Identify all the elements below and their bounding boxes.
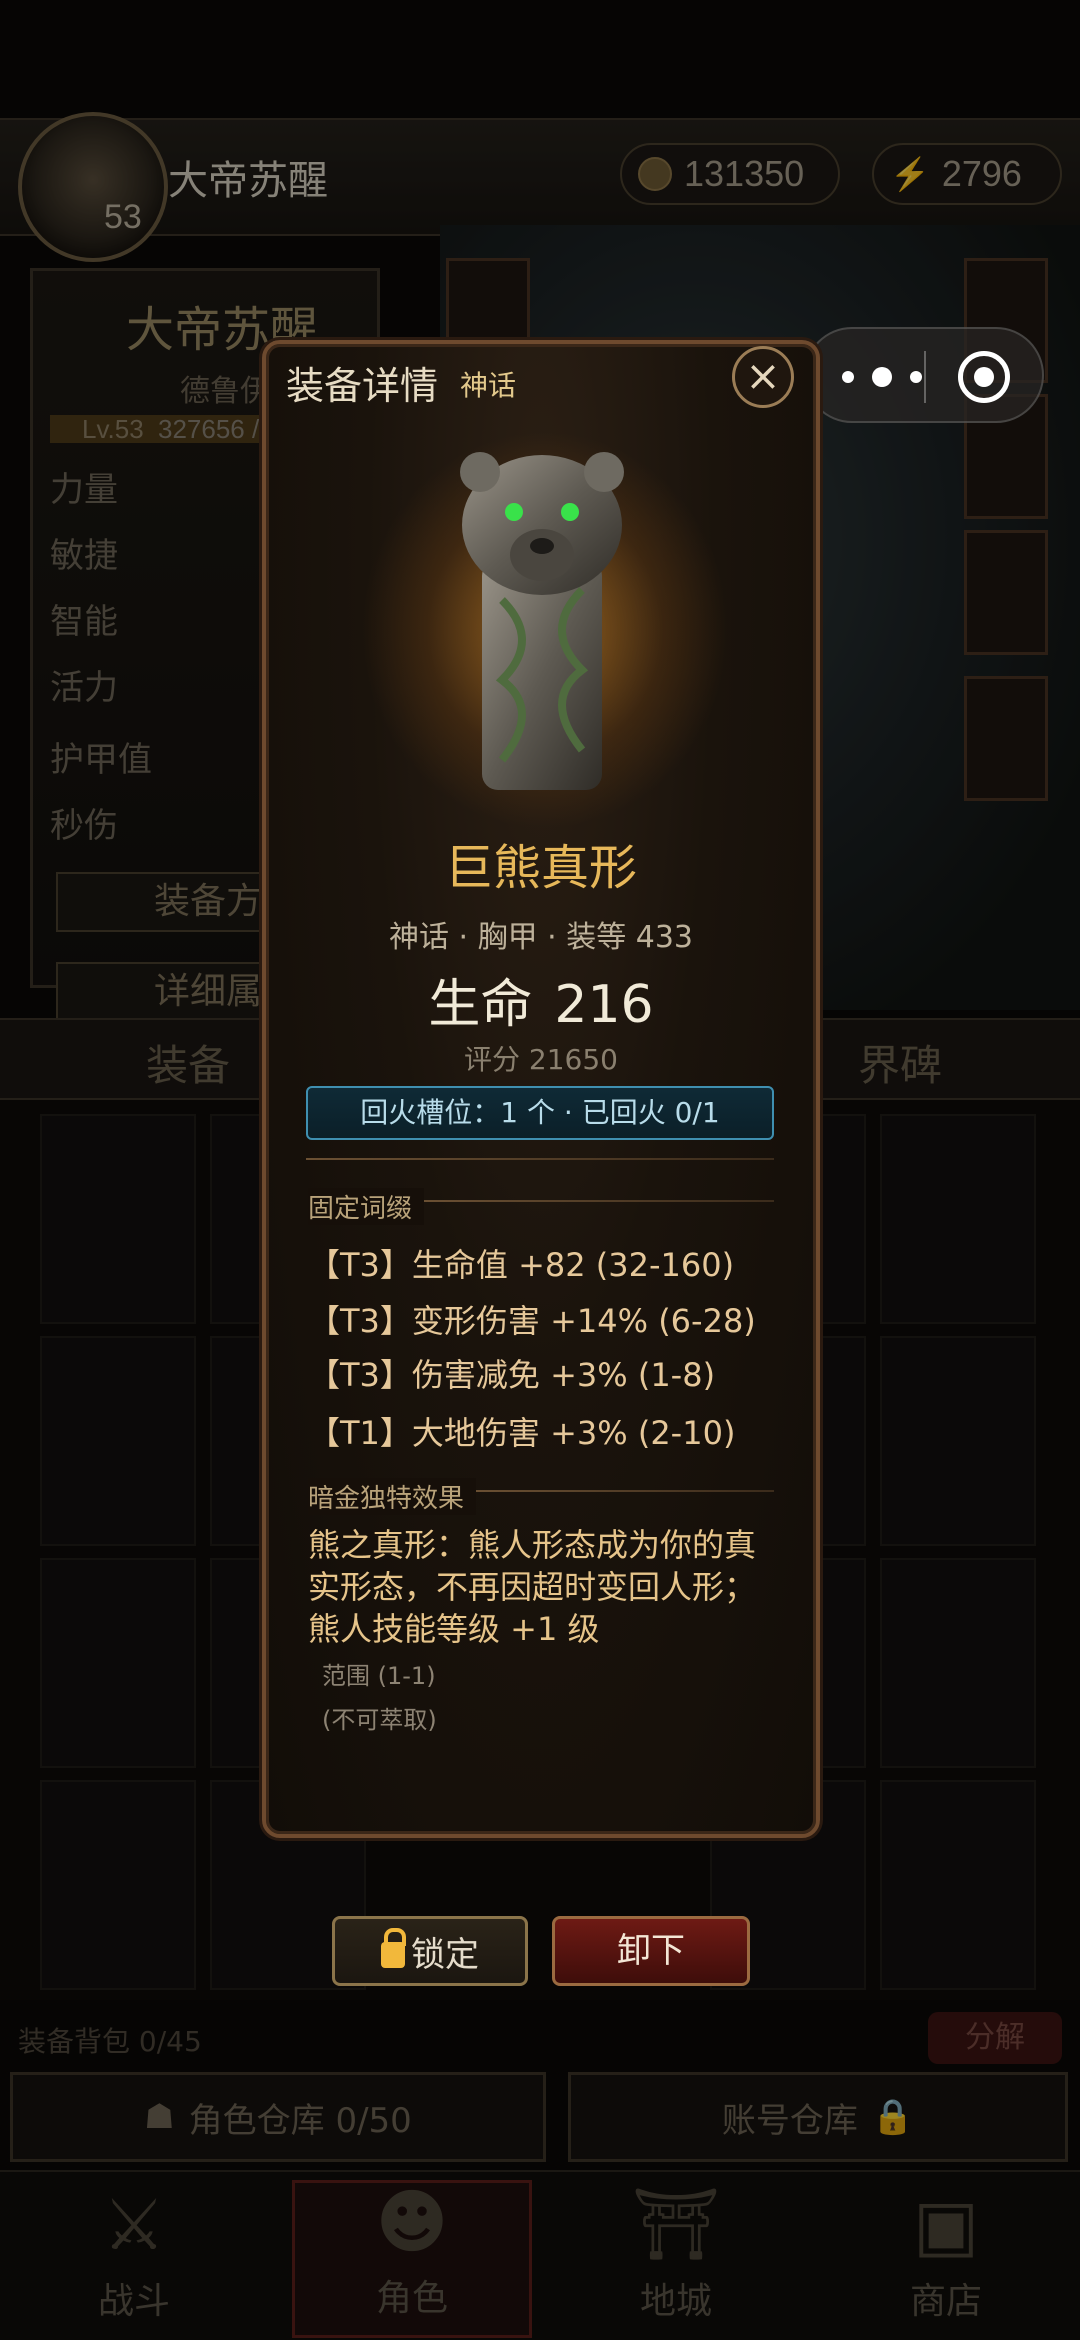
- unique-effect-text: 熊之真形：熊人形态成为你的真实形态，不再因超时变回人形；熊人技能等级 +1 级: [308, 1526, 757, 1648]
- unequip-button[interactable]: 卸下: [552, 1916, 750, 1986]
- item-main-stat: 生命 216: [262, 962, 820, 1037]
- affix-line: 【T3】伤害减免 +3% (1-8): [308, 1356, 716, 1394]
- item-score: 评分 21650: [464, 1043, 618, 1076]
- miniprogram-capsule: [804, 327, 1044, 423]
- main-stat-value: 216: [554, 975, 654, 1035]
- unlock-icon: [381, 1928, 406, 1968]
- main-stat-name: 生命: [428, 975, 533, 1035]
- affix-line: 【T3】生命值 +82 (32-160): [308, 1246, 735, 1284]
- close-icon: ×: [745, 351, 781, 400]
- temper-socket-info: 回火槽位：1 个 · 已回火 0/1: [306, 1086, 774, 1140]
- more-options-icon[interactable]: [842, 357, 922, 397]
- modal-tier-badge: 神话: [460, 369, 517, 402]
- fixed-affix-label: 固定词缀: [308, 1188, 425, 1225]
- divider: [306, 1158, 774, 1160]
- lock-button[interactable]: 锁定: [332, 1916, 528, 1986]
- extract-note: (不可萃取): [322, 1706, 437, 1734]
- divider: [470, 1490, 774, 1492]
- affix-line: 【T1】大地伤害 +3% (2-10): [308, 1414, 736, 1452]
- close-button[interactable]: ×: [732, 346, 794, 408]
- modal-title: 装备详情: [286, 364, 439, 408]
- bear-totem-icon: [460, 452, 624, 790]
- item-meta: 神话 · 胸甲 · 装等 433: [388, 920, 693, 955]
- lock-label: 锁定: [411, 1934, 479, 1975]
- unique-effect-label: 暗金独特效果: [308, 1478, 477, 1515]
- exit-miniprogram-icon[interactable]: [958, 351, 1010, 403]
- affix-line: 【T3】变形伤害 +14% (6-28): [308, 1302, 756, 1340]
- effect-range: 范围 (1-1): [322, 1662, 436, 1690]
- capsule-divider: [924, 351, 926, 403]
- item-name: 巨熊真形: [444, 840, 637, 896]
- divider: [420, 1200, 774, 1202]
